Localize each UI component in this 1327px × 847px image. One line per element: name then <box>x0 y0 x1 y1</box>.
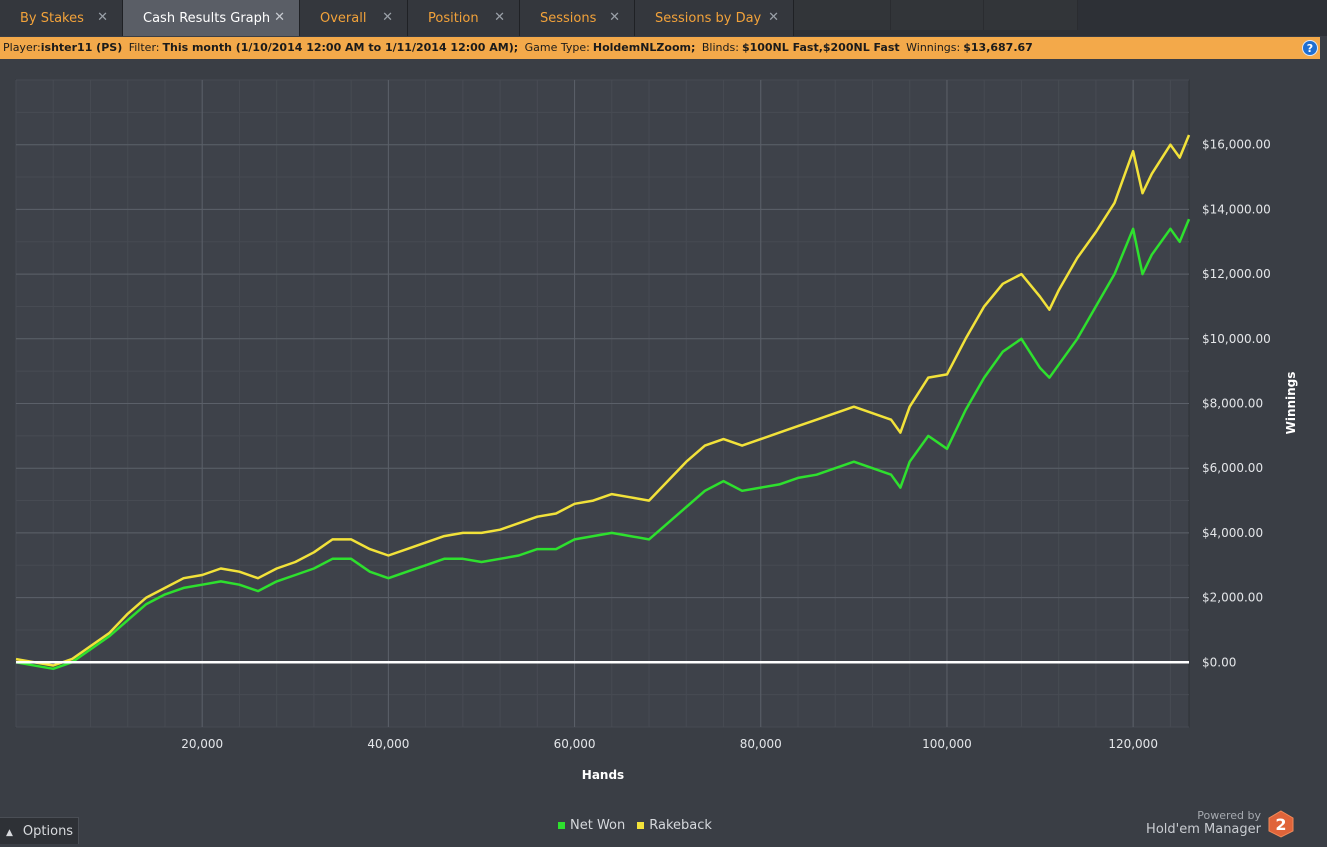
chart-legend: Net Won Rakeback <box>558 818 718 833</box>
game-type-value: HoldemNLZoom; <box>592 41 696 54</box>
tab-label: Sessions <box>540 10 597 26</box>
tab-by-stakes[interactable]: By Stakes ✕ <box>0 0 123 36</box>
tab-overall[interactable]: Overall ✕ <box>300 0 408 36</box>
logo-number: 2 <box>1275 815 1286 834</box>
player-label: Player: <box>3 41 41 54</box>
powered-by-brand: Powered by Hold'em Manager <box>1146 810 1261 838</box>
legend-label: Net Won <box>570 818 626 833</box>
tab-filler <box>794 0 891 30</box>
close-icon[interactable]: ✕ <box>768 10 779 25</box>
tab-filler <box>891 0 984 30</box>
bottom-bar: ▲ Options Net Won Rakeback Powered by Hol… <box>0 810 1327 844</box>
legend-item-rakeback: Rakeback <box>637 818 712 833</box>
brand-name: Hold'em Manager <box>1146 822 1261 837</box>
tab-label: By Stakes <box>20 10 84 26</box>
y-axis-label: Winnings <box>1284 372 1298 435</box>
tab-filler <box>984 0 1078 30</box>
x-tick-label: 100,000 <box>922 737 972 751</box>
powered-by-text: Powered by <box>1197 809 1261 822</box>
cash-results-chart: 20,000 40,000 60,000 80,000 100,000 120,000 $… <box>0 60 1327 810</box>
winnings-value: $13,687.67 <box>963 41 1033 54</box>
y-tick-label: $4,000.00 <box>1202 526 1263 540</box>
filter-value: This month (1/10/2014 12:00 AM to 1/11/2… <box>162 41 519 54</box>
chart-svg: 20,000 40,000 60,000 80,000 100,000 120,000 $… <box>15 79 1298 782</box>
tab-sessions-by-day[interactable]: Sessions by Day ✕ <box>635 0 794 36</box>
caret-up-icon: ▲ <box>6 828 13 838</box>
y-tick-label: $0.00 <box>1202 655 1236 669</box>
y-tick-label: $12,000.00 <box>1202 267 1271 281</box>
tab-bar: By Stakes ✕ Cash Results Graph ✕ Overall… <box>0 0 1327 36</box>
x-axis-label: Hands <box>582 768 624 782</box>
close-icon[interactable]: ✕ <box>274 10 285 25</box>
x-tick-label: 20,000 <box>181 737 223 751</box>
game-type-label: Game Type: <box>524 41 590 54</box>
x-axis: 20,000 40,000 60,000 80,000 100,000 120,000 <box>181 737 1158 751</box>
x-tick-label: 80,000 <box>740 737 782 751</box>
y-tick-label: $16,000.00 <box>1202 138 1271 152</box>
y-tick-label: $14,000.00 <box>1202 202 1271 216</box>
tab-label: Position <box>428 10 479 26</box>
tab-label: Overall <box>320 10 367 26</box>
close-icon[interactable]: ✕ <box>609 10 620 25</box>
help-icon[interactable]: ? <box>1302 40 1318 56</box>
legend-swatch <box>637 822 645 829</box>
y-tick-label: $10,000.00 <box>1202 332 1271 346</box>
filter-bar: Player:ishter11 (PS) Filter: This month (… <box>0 37 1320 59</box>
filter-label: Filter: <box>128 41 160 54</box>
blinds-label: Blinds: <box>701 41 739 54</box>
close-icon[interactable]: ✕ <box>382 10 393 25</box>
winnings-label: Winnings: <box>906 41 961 54</box>
legend-item-net-won: Net Won <box>558 818 625 833</box>
blinds-value: $100NL Fast,$200NL Fast <box>741 41 900 54</box>
y-tick-label: $2,000.00 <box>1202 591 1263 605</box>
y-tick-label: $6,000.00 <box>1202 461 1263 475</box>
options-button[interactable]: ▲ Options <box>0 817 79 844</box>
y-axis: $0.00 $2,000.00 $4,000.00 $6,000.00 $8,000.0… <box>1202 138 1271 670</box>
x-tick-label: 60,000 <box>554 737 596 751</box>
close-icon[interactable]: ✕ <box>494 10 505 25</box>
options-label: Options <box>22 824 74 839</box>
x-tick-label: 40,000 <box>367 737 409 751</box>
tab-position[interactable]: Position ✕ <box>408 0 520 36</box>
player-value: ishter11 (PS) <box>40 41 123 54</box>
tab-label: Sessions by Day <box>655 10 762 26</box>
tab-sessions[interactable]: Sessions ✕ <box>520 0 635 36</box>
tab-cash-results-graph[interactable]: Cash Results Graph ✕ <box>123 0 300 36</box>
close-icon[interactable]: ✕ <box>97 10 108 25</box>
holdem-manager-logo-icon: 2 <box>1268 810 1294 838</box>
legend-label: Rakeback <box>649 818 712 833</box>
y-tick-label: $8,000.00 <box>1202 397 1263 411</box>
legend-swatch <box>558 822 565 829</box>
x-tick-label: 120,000 <box>1108 737 1158 751</box>
tab-label: Cash Results Graph <box>143 10 271 26</box>
